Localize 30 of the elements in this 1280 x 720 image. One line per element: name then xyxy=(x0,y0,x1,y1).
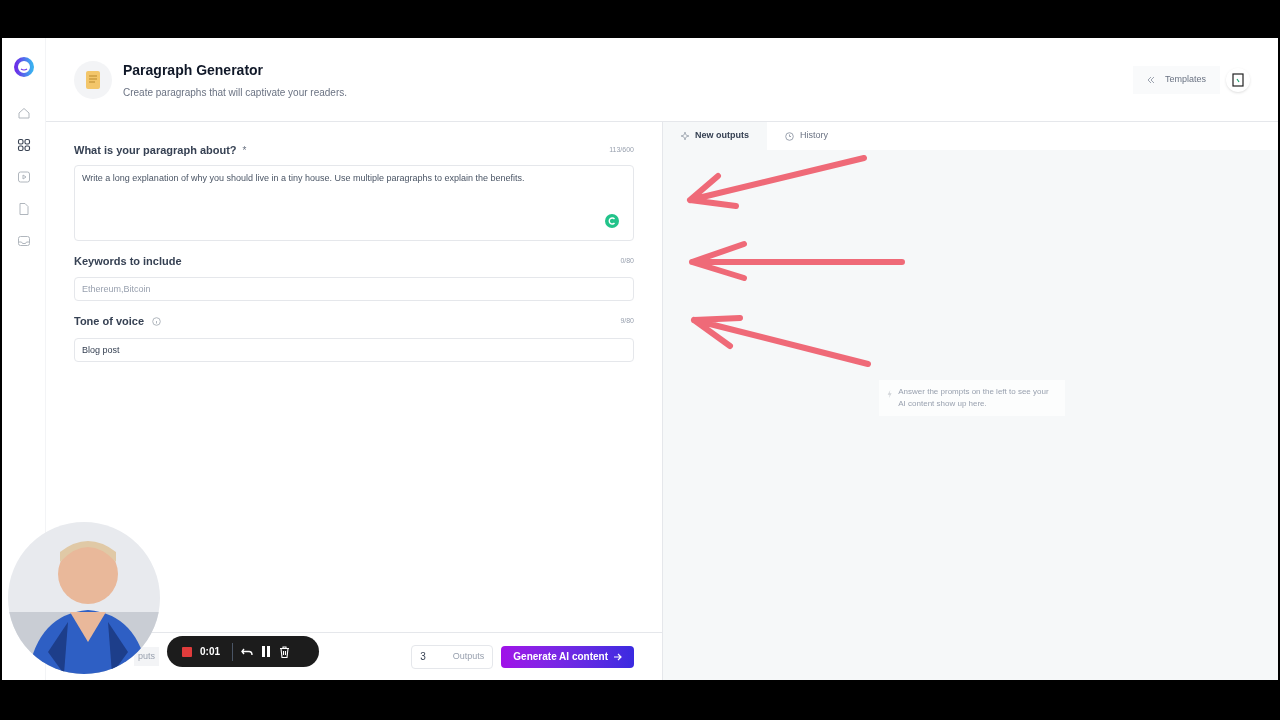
chevrons-left-icon xyxy=(1146,75,1155,84)
required-asterisk: * xyxy=(242,143,247,158)
output-tab[interactable]: New outputs xyxy=(663,122,767,150)
grid-icon[interactable] xyxy=(16,138,31,152)
field-label: What is your paragraph about? xyxy=(74,143,237,158)
arrow-right-icon xyxy=(614,652,622,661)
panel-icon[interactable] xyxy=(1226,67,1250,92)
page-title: Paragraph Generator xyxy=(123,60,265,80)
stop-button[interactable] xyxy=(182,646,192,657)
undo-icon[interactable] xyxy=(241,646,253,657)
empty-state-text: Answer the prompts on the left to see your AI content show up here. xyxy=(898,386,1050,410)
field-label: Tone of voice xyxy=(74,314,145,329)
outputs-label: Outputs xyxy=(452,649,485,663)
recording-time: 0:01 xyxy=(200,645,220,659)
paragraph-textarea[interactable]: Write a long explanation of why you should live in a tiny house. Use multiple paragraphs to explain the benefits. xyxy=(75,165,633,240)
outputs-count: 3 xyxy=(420,650,426,664)
trash-icon[interactable] xyxy=(279,645,290,658)
pause-icon[interactable] xyxy=(261,646,271,657)
text-field[interactable]: Ethereum,Bitcoin xyxy=(74,277,634,301)
text-field[interactable]: Blog post xyxy=(74,337,634,362)
logo-icon[interactable] xyxy=(12,56,35,78)
templates-button[interactable]: Templates xyxy=(1132,65,1220,94)
lightning-icon xyxy=(887,388,893,400)
sparkle-icon xyxy=(681,132,689,140)
generate-button[interactable]: Generate AI content xyxy=(501,645,634,668)
grammar-check-icon[interactable] xyxy=(605,213,619,228)
clock-icon xyxy=(785,131,794,141)
field-label: Keywords to include xyxy=(74,253,182,269)
page-subtitle: Create paragraphs that will captivate your readers. xyxy=(123,85,347,100)
outputs-field[interactable]: 3 Outputs xyxy=(411,644,494,669)
